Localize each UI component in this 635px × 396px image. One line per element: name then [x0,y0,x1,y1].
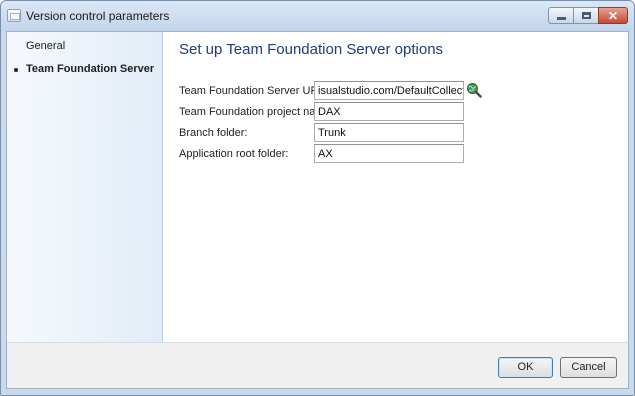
dialog-window: Version control parameters ✕ General Tea… [0,0,635,396]
navigation-pane: General Team Foundation Server [7,32,163,342]
project-name-field[interactable]: DAX [314,102,464,121]
maximize-icon [581,12,591,19]
nav-item-team-foundation-server[interactable]: Team Foundation Server [7,61,162,79]
title-bar[interactable]: Version control parameters ✕ [1,1,634,31]
minimize-button[interactable] [548,7,574,24]
ok-button[interactable]: OK [498,357,553,378]
nav-item-label: General [26,40,66,52]
page-title: Set up Team Foundation Server options [179,41,444,58]
application-root-folder-field[interactable]: AX [314,144,464,163]
lookup-button[interactable] [466,82,482,98]
project-name-label: Team Foundation project name: [179,106,334,118]
server-url-field[interactable]: isualstudio.com/DefaultCollection [314,81,464,100]
cancel-button[interactable]: Cancel [560,357,617,378]
branch-folder-field[interactable]: Trunk [314,123,464,142]
window-icon [7,9,21,22]
selected-bullet-icon [14,68,18,72]
branch-folder-label: Branch folder: [179,127,248,139]
maximize-button[interactable] [573,7,599,24]
server-url-label: Team Foundation Server URL: [179,85,328,97]
nav-item-label: Team Foundation Server [26,63,155,75]
nav-item-general[interactable]: General [7,38,162,56]
settings-panel: Set up Team Foundation Server options Te… [163,32,628,342]
dialog-body: General Team Foundation Server Set up Te… [6,31,629,389]
minimize-icon [556,17,566,20]
close-icon: ✕ [607,8,619,23]
application-root-folder-label: Application root folder: [179,148,289,160]
window-title: Version control parameters [26,9,170,23]
close-button[interactable]: ✕ [598,7,628,24]
button-bar: OK Cancel [7,342,628,388]
search-globe-icon [467,83,482,98]
